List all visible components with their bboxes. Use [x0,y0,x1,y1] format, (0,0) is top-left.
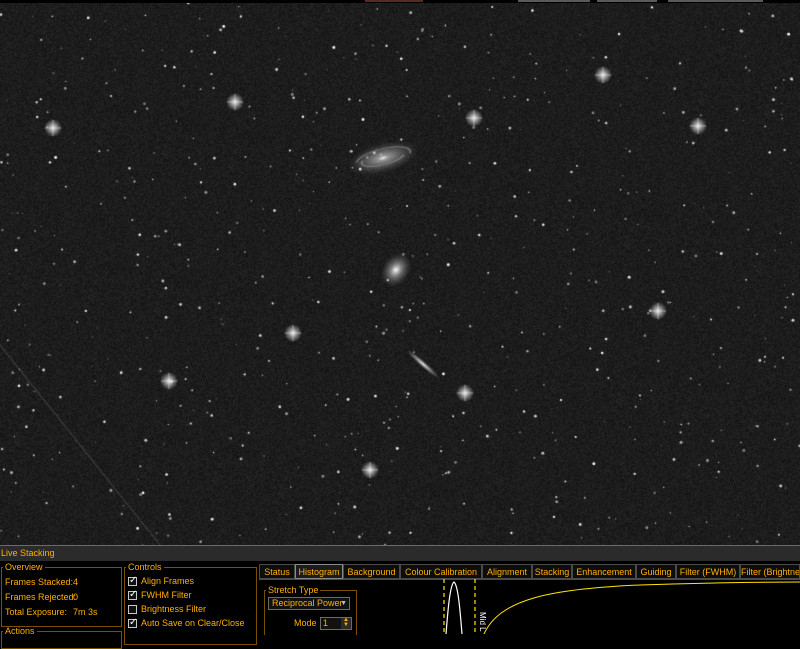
chevron-down-icon: ▼ [340,600,347,607]
total-exposure-value: 7m 3s [73,607,98,617]
mode-spinner[interactable]: 1 ▲ ▼ [320,617,352,630]
auto-save-checkbox[interactable]: Auto Save on Clear/Close [128,617,245,628]
checkbox-checked-icon [128,617,137,628]
tab-guiding[interactable]: Guiding [636,564,676,579]
fwhm-filter-checkbox[interactable]: FWHM Filter [128,589,192,600]
tab-colour-calibration[interactable]: Colour Calibration [400,564,482,579]
auto-save-label: Auto Save on Clear/Close [141,618,245,628]
frames-rejected-label: Frames Rejected: [5,592,77,602]
brightness-filter-checkbox[interactable]: Brightness Filter [128,604,206,614]
frames-stacked-value: 4 [73,577,79,587]
frames-rejected-value: 0 [73,592,79,602]
spinner-arrows-icon[interactable]: ▲ ▼ [341,617,351,629]
checkbox-unchecked-icon [128,605,137,614]
controls-legend: Controls [128,562,162,572]
total-exposure-label: Total Exposure: [5,607,68,617]
tab-background[interactable]: Background [343,564,400,579]
frames-stacked-label: Frames Stacked: [5,577,74,587]
mode-value: 1 [323,618,329,628]
stacked-image-view[interactable] [0,0,800,545]
top-toolbar-strip [0,0,800,3]
checkbox-checked-icon [128,589,137,600]
overview-legend: Overview [5,562,43,572]
stretch-type-value: Reciprocal Power [272,598,343,608]
actions-group: Actions [1,627,122,649]
checkbox-checked-icon [128,575,137,586]
tab-filter-fwhm[interactable]: Filter (FWHM) [676,564,740,579]
fwhm-filter-label: FWHM Filter [141,590,192,600]
align-frames-label: Align Frames [141,576,195,586]
actions-legend: Actions [5,626,35,636]
brightness-filter-label: Brightness Filter [141,604,207,614]
stretch-curve [483,581,800,634]
tab-status[interactable]: Status [259,564,295,579]
histogram-plot[interactable]: Mid L [440,579,800,634]
histogram-curve [445,581,463,634]
stretch-type-legend: Stretch Type [268,585,319,595]
tab-alignment[interactable]: Alignment [482,564,532,579]
align-frames-checkbox[interactable]: Align Frames [128,575,195,586]
tab-histogram[interactable]: Histogram [295,564,343,579]
stretch-type-dropdown[interactable]: Reciprocal Power ▼ [268,597,350,610]
live-stacking-title: Live Stacking [0,545,800,561]
tab-enhancement[interactable]: Enhancement [572,564,636,579]
tab-stacking[interactable]: Stacking [532,564,572,579]
tab-filter-brightness[interactable]: Filter (Brightness) [740,564,800,579]
mode-label: Mode [294,618,317,628]
mid-level-label: Mid L [478,612,487,632]
